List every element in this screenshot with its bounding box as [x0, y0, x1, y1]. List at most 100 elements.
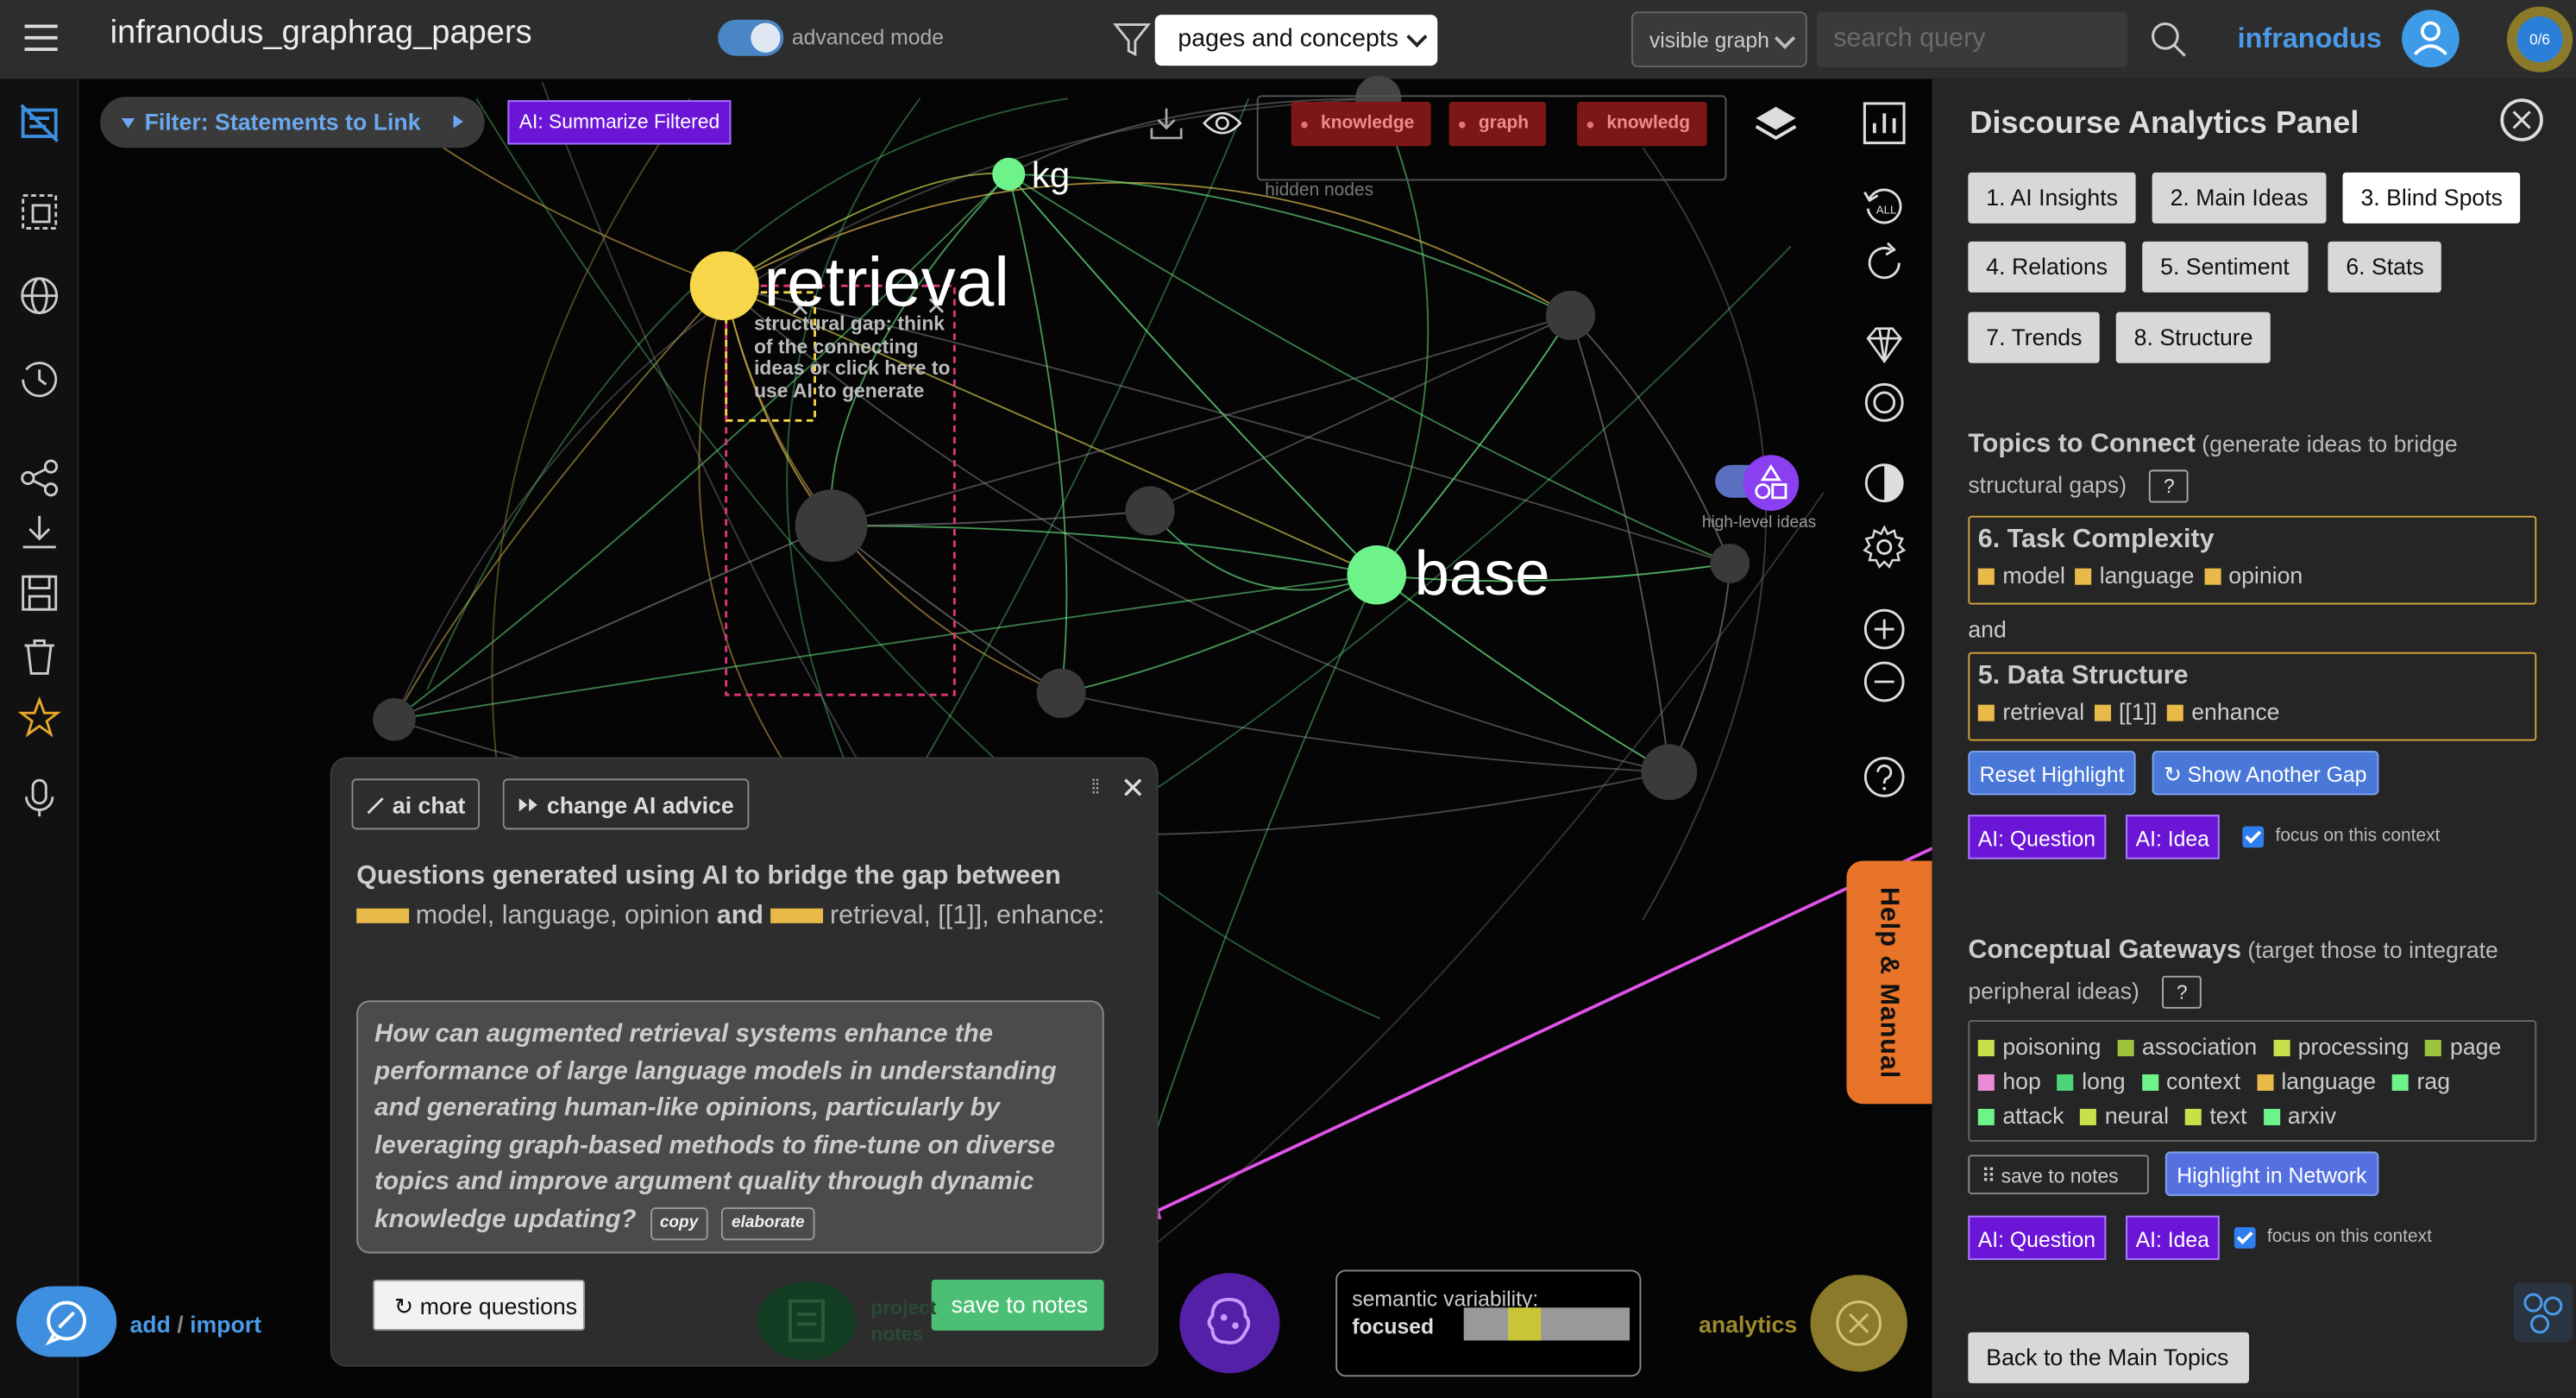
- ai-idea-button[interactable]: AI: Idea: [2126, 1215, 2220, 1261]
- focus-context-checkbox[interactable]: [2242, 826, 2265, 848]
- save-to-notes-small-button[interactable]: ⠿ save to notes: [1968, 1155, 2149, 1194]
- topics-help-button[interactable]: ?: [2149, 469, 2190, 504]
- analytics-label[interactable]: analytics: [1699, 1311, 1797, 1337]
- gateway-word[interactable]: text: [2184, 1102, 2246, 1129]
- semantic-variability-box[interactable]: semantic variability: focused: [1335, 1269, 1642, 1377]
- gateway-word[interactable]: rag: [2391, 1067, 2450, 1094]
- filter-statements-button[interactable]: Filter: Statements to Link: [100, 97, 485, 148]
- topic-box-data-structure[interactable]: 5. Data Structure retrieval [[1]] enhanc…: [1968, 652, 2537, 741]
- download-image-icon[interactable]: [1148, 105, 1184, 142]
- add-link[interactable]: add: [129, 1311, 170, 1337]
- gateway-word[interactable]: long: [2057, 1067, 2126, 1094]
- ai-question-popup: ai chat change AI advice ⁞⁞ ✕ Questions …: [330, 757, 1159, 1367]
- import-link[interactable]: import: [190, 1311, 261, 1337]
- ai-brain-button[interactable]: [1179, 1273, 1280, 1374]
- more-questions-button[interactable]: ↻ more questions: [373, 1279, 585, 1331]
- hidden-nodes-label: hidden nodes: [1265, 180, 1374, 201]
- gateway-word[interactable]: context: [2141, 1067, 2240, 1094]
- graph-node[interactable]: [1641, 744, 1698, 801]
- help-manual-label[interactable]: Help & Manual: [1873, 887, 1902, 1079]
- focus-context-checkbox[interactable]: [2234, 1226, 2256, 1249]
- gateway-word[interactable]: hop: [1977, 1067, 2041, 1094]
- node-label-retrieval[interactable]: retrieval: [763, 243, 1008, 322]
- hidden-keyword-chip[interactable]: knowledge: [1291, 102, 1431, 147]
- gateway-swatch: [2263, 1108, 2280, 1125]
- tab-sentiment[interactable]: 5. Sentiment: [2142, 241, 2308, 293]
- close-icon[interactable]: [2500, 98, 2543, 142]
- tab-structure[interactable]: 8. Structure: [2115, 312, 2271, 363]
- add-import-button[interactable]: [16, 1286, 117, 1357]
- change-ai-advice-button[interactable]: change AI advice: [502, 778, 749, 830]
- popup-heading: Questions generated using AI to bridge t…: [356, 858, 1145, 936]
- save-to-notes-button[interactable]: save to notes: [931, 1279, 1104, 1331]
- analytics-chart-icon[interactable]: [1862, 100, 1907, 146]
- high-level-ideas-knob[interactable]: [1743, 455, 1800, 512]
- copy-button[interactable]: copy: [650, 1206, 708, 1240]
- ai-idea-button[interactable]: AI: Idea: [2126, 815, 2220, 860]
- layers-icon[interactable]: [1753, 102, 1799, 148]
- hidden-keyword-chip[interactable]: knowledg: [1577, 102, 1707, 147]
- gateway-word[interactable]: poisoning: [1977, 1033, 2101, 1060]
- elaborate-button[interactable]: elaborate: [721, 1206, 815, 1240]
- zoom-in-icon[interactable]: [1862, 606, 1907, 652]
- drag-handle-icon[interactable]: ⁞⁞: [1090, 775, 1100, 798]
- project-notes-button[interactable]: [757, 1281, 857, 1361]
- reset-highlight-button[interactable]: Reset Highlight: [1968, 750, 2136, 796]
- chat-add-icon: [45, 1300, 86, 1346]
- help-icon[interactable]: [1862, 754, 1907, 800]
- zoom-out-icon[interactable]: [1862, 658, 1907, 704]
- reset-all-icon[interactable]: ALL: [1862, 182, 1907, 228]
- node-kg[interactable]: [992, 157, 1026, 191]
- gateway-word[interactable]: page: [2425, 1033, 2501, 1060]
- panel-title: Discourse Analytics Panel: [1970, 106, 2359, 142]
- tab-trends[interactable]: 7. Trends: [1968, 312, 2101, 363]
- tab-main-ideas[interactable]: 2. Main Ideas: [2152, 172, 2327, 224]
- heading-prefix: Questions generated using AI to bridge t…: [356, 862, 1061, 891]
- tab-relations[interactable]: 4. Relations: [1968, 241, 2127, 293]
- diamond-icon[interactable]: [1862, 322, 1907, 368]
- ai-chat-button[interactable]: ai chat: [351, 778, 481, 830]
- ai-question-button[interactable]: AI: Question: [1968, 815, 2106, 860]
- close-icon[interactable]: ✕: [1121, 772, 1146, 807]
- add-import-label[interactable]: add / import: [129, 1311, 261, 1337]
- contrast-icon[interactable]: [1862, 460, 1907, 506]
- tab-blind-spots[interactable]: 3. Blind Spots: [2342, 172, 2521, 224]
- circle-layout-icon[interactable]: [1862, 380, 1907, 425]
- show-another-gap-button[interactable]: ↻ Show Another Gap: [2152, 750, 2378, 796]
- hidden-keyword-chip[interactable]: graph: [1448, 102, 1546, 147]
- gateway-word[interactable]: association: [2117, 1033, 2257, 1060]
- eye-icon[interactable]: [1203, 107, 1242, 140]
- reload-icon[interactable]: [1862, 240, 1907, 286]
- highlight-in-network-button[interactable]: Highlight in Network: [2164, 1151, 2378, 1196]
- gateway-word[interactable]: attack: [1977, 1102, 2064, 1129]
- graph-node[interactable]: [1125, 486, 1175, 536]
- gateway-word[interactable]: processing: [2273, 1033, 2410, 1060]
- back-to-main-topics-button[interactable]: Back to the Main Topics: [1968, 1332, 2249, 1383]
- graph-node[interactable]: [1036, 668, 1086, 718]
- graph-node[interactable]: [795, 489, 868, 563]
- ai-summarize-button[interactable]: AI: Summarize Filtered: [507, 100, 732, 145]
- tab-ai-insights[interactable]: 1. AI Insights: [1968, 172, 2136, 224]
- tab-stats[interactable]: 6. Stats: [2328, 241, 2442, 293]
- topic-box-task-complexity[interactable]: 6. Task Complexity model language opinio…: [1968, 515, 2537, 605]
- gateway-swatch: [2184, 1108, 2202, 1125]
- gateway-word[interactable]: neural: [2080, 1102, 2169, 1129]
- gap-hint[interactable]: structural gap: think of the connecting …: [754, 312, 954, 403]
- ai-question-button[interactable]: AI: Question: [1968, 1215, 2106, 1261]
- gateway-word[interactable]: arxiv: [2263, 1102, 2337, 1129]
- gateways-help-button[interactable]: ?: [2162, 976, 2202, 1010]
- network-icon[interactable]: [2513, 1282, 2573, 1343]
- node-label-kg[interactable]: kg: [1032, 154, 1070, 197]
- gear-icon[interactable]: [1862, 524, 1907, 570]
- gateway-label: hop: [2002, 1067, 2041, 1094]
- gateway-word[interactable]: language: [2256, 1067, 2376, 1094]
- node-retrieval[interactable]: [689, 251, 759, 321]
- graph-node[interactable]: [1545, 290, 1596, 341]
- gateway-label: arxiv: [2287, 1102, 2337, 1129]
- node-label-base[interactable]: base: [1415, 540, 1550, 611]
- graph-node[interactable]: [373, 698, 416, 741]
- gateway-swatch: [2425, 1039, 2442, 1057]
- node-base[interactable]: [1347, 545, 1407, 605]
- analytics-close-button[interactable]: [1810, 1275, 1907, 1372]
- graph-node[interactable]: [1710, 544, 1750, 583]
